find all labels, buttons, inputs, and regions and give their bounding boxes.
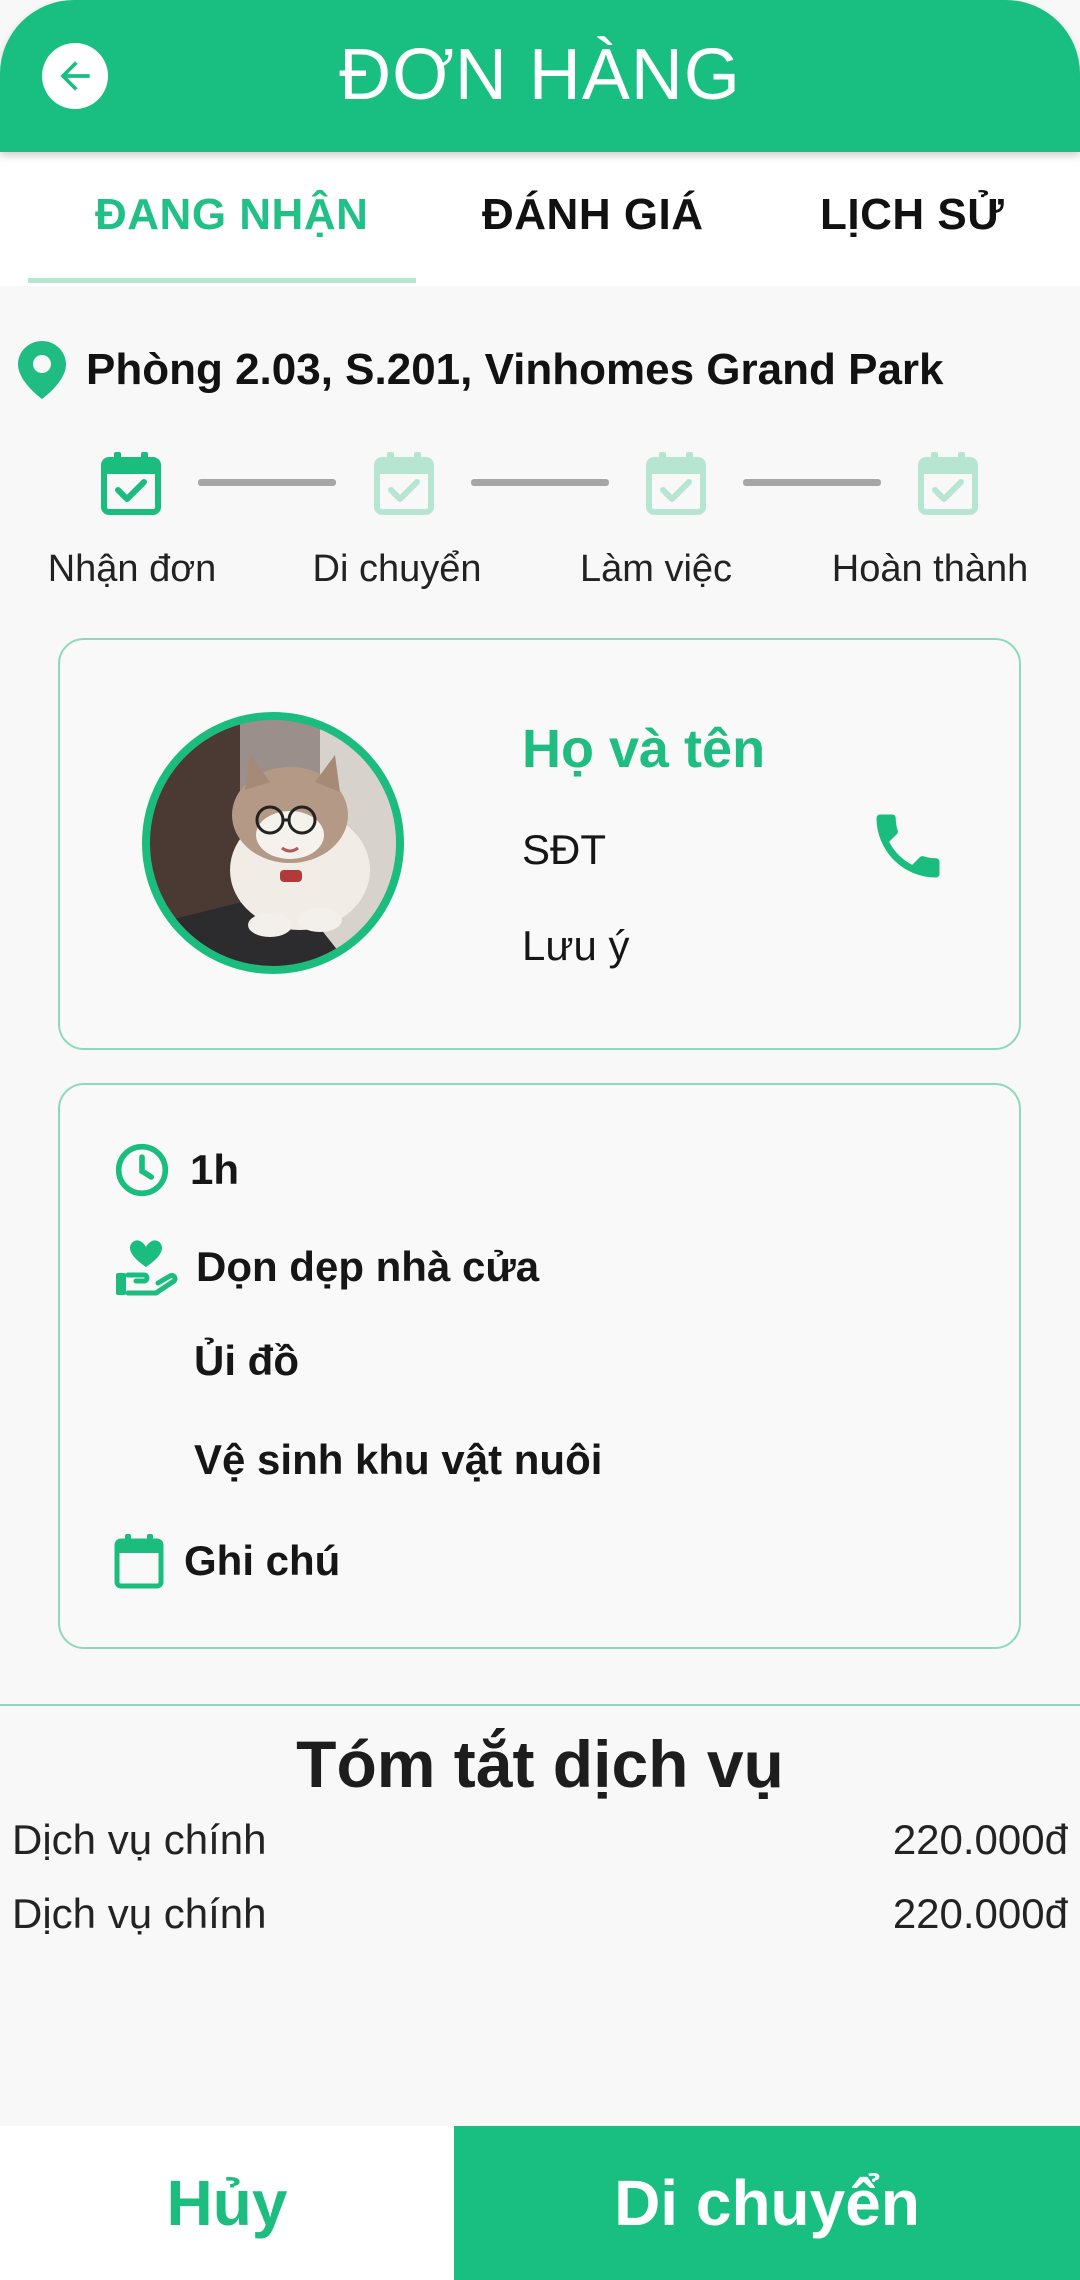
summary-row-value: 220.000đ — [892, 1890, 1068, 1937]
hand-heart-icon — [116, 1240, 178, 1296]
main-service-text: Dọn dẹp nhà cửa — [196, 1243, 540, 1290]
start-moving-button[interactable]: Di chuyển — [454, 2126, 1080, 2280]
tab-bar: ĐANG NHẬN ĐÁNH GIÁ LỊCH SỬ — [0, 152, 1080, 286]
note-text: Ghi chú — [184, 1537, 341, 1584]
avatar — [142, 712, 404, 974]
address-text: Phòng 2.03, S.201, Vinhomes Grand Park — [86, 345, 944, 394]
step-label-moving: Di chuyển — [312, 548, 482, 590]
calendar-check-icon — [646, 452, 706, 515]
step-label-received: Nhận đơn — [47, 548, 217, 590]
calendar-icon — [114, 1534, 164, 1589]
customer-card: Họ và tên SĐT Lưu ý — [58, 638, 1021, 1050]
tab-review[interactable]: ĐÁNH GIÁ — [482, 190, 704, 240]
extra-service-row: Vệ sinh khu vật nuôi — [194, 1436, 602, 1484]
cancel-button[interactable]: Hủy — [0, 2126, 454, 2280]
step-connector — [471, 479, 609, 486]
customer-name: Họ và tên — [522, 719, 766, 779]
tab-receiving[interactable]: ĐANG NHẬN — [95, 190, 368, 240]
customer-note: Lưu ý — [522, 922, 630, 969]
note-row: Ghi chú — [114, 1533, 340, 1589]
calendar-check-icon — [101, 452, 161, 515]
location-pin-icon — [18, 341, 66, 399]
extra-service-pet-area: Vệ sinh khu vật nuôi — [194, 1436, 603, 1483]
summary-row-label: Dịch vụ chính — [12, 1890, 267, 1937]
duration-text: 1h — [190, 1146, 240, 1193]
main-service-row: Dọn dẹp nhà cửa — [114, 1237, 539, 1297]
clock-icon — [115, 1143, 169, 1197]
calendar-check-icon — [918, 452, 978, 515]
summary-divider — [0, 1704, 1080, 1706]
step-connector — [198, 479, 336, 486]
order-screen: ĐƠN HÀNG ĐANG NHẬN ĐÁNH GIÁ LỊCH SỬ Phòn… — [0, 0, 1080, 2280]
step-label-completed: Hoàn thành — [831, 548, 1029, 590]
phone-icon[interactable] — [866, 804, 950, 888]
step-connector — [743, 479, 881, 486]
service-detail-card: 1h Dọn dẹp nhà cửa Ủi đồ Vệ sinh khu vật… — [58, 1083, 1021, 1649]
duration-row: 1h — [114, 1142, 239, 1198]
extra-service-ironing: Ủi đồ — [194, 1337, 299, 1384]
summary-title: Tóm tắt dịch vụ — [296, 1727, 784, 1801]
tab-history[interactable]: LỊCH SỬ — [820, 190, 1004, 240]
customer-phone: SĐT — [522, 826, 606, 873]
address-row: Phòng 2.03, S.201, Vinhomes Grand Park — [18, 340, 944, 400]
summary-row-value: 220.000đ — [892, 1816, 1068, 1863]
page-title: ĐƠN HÀNG — [339, 35, 741, 115]
active-tab-indicator — [28, 278, 416, 283]
step-label-working: Làm việc — [579, 548, 733, 590]
app-header: ĐƠN HÀNG — [0, 0, 1080, 152]
calendar-check-icon — [374, 452, 434, 515]
summary-row-label: Dịch vụ chính — [12, 1816, 267, 1863]
cat-avatar-image — [150, 720, 396, 966]
extra-service-row: Ủi đồ — [194, 1337, 299, 1385]
